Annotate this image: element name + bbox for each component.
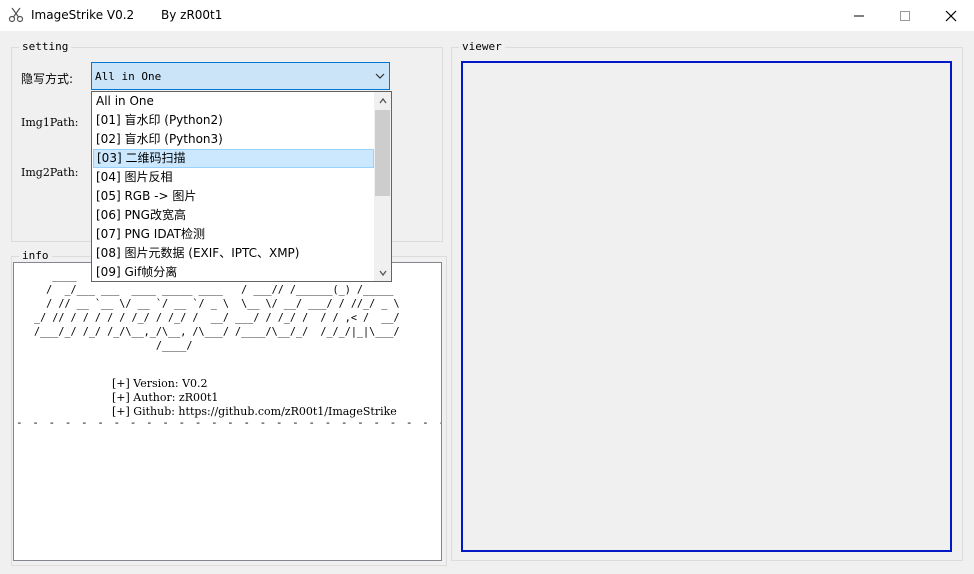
- chevron-up-icon: [378, 97, 387, 103]
- close-button[interactable]: [928, 0, 974, 31]
- maximize-icon: [900, 10, 910, 21]
- dropdown-item[interactable]: All in One: [93, 92, 374, 111]
- info-legend: info: [19, 249, 52, 262]
- method-dropdown-list[interactable]: All in One [01] 盲水印 (Python2) [02] 盲水印 (…: [91, 91, 392, 282]
- close-icon: [945, 10, 957, 21]
- setting-legend: setting: [19, 40, 72, 53]
- minimize-button[interactable]: [836, 0, 882, 31]
- dropdown-scrollbar[interactable]: [374, 92, 391, 281]
- title-bar[interactable]: ImageStrike V0.2 By zR00t1: [0, 0, 974, 31]
- window-author: By zR00t1: [161, 8, 223, 22]
- img1-path-label: Img1Path:: [21, 116, 79, 129]
- viewer-legend: viewer: [459, 40, 505, 53]
- separator-line: - - - - - - - - - - - - - - - - - - - - …: [16, 416, 441, 429]
- method-label: 隐写方式:: [21, 72, 74, 86]
- minimize-icon: [854, 15, 864, 16]
- dropdown-item[interactable]: [08] 图片元数据 (EXIF、IPTC、XMP): [93, 244, 374, 263]
- scroll-up-button[interactable]: [374, 92, 391, 109]
- method-combobox-value: All in One: [95, 70, 162, 83]
- scroll-down-button[interactable]: [374, 264, 391, 281]
- dropdown-item[interactable]: [02] 盲水印 (Python3): [93, 130, 374, 149]
- dropdown-item[interactable]: [04] 图片反相: [93, 168, 374, 187]
- dropdown-item[interactable]: [09] Gif帧分离: [93, 263, 374, 281]
- method-combobox[interactable]: All in One: [91, 62, 390, 90]
- dropdown-item[interactable]: [05] RGB -> 图片: [93, 187, 374, 206]
- img2-path-label: Img2Path:: [21, 166, 79, 179]
- window-title: ImageStrike V0.2: [31, 8, 135, 22]
- author-line: [+] Author: zR00t1: [112, 391, 219, 404]
- dropdown-item[interactable]: [01] 盲水印 (Python2): [93, 111, 374, 130]
- chevron-down-icon: [378, 270, 387, 276]
- scrollbar-thumb[interactable]: [375, 110, 390, 196]
- dropdown-item-selected[interactable]: [03] 二维码扫描: [93, 149, 374, 168]
- scissors-icon: [8, 7, 24, 23]
- version-line: [+] Version: V0.2: [112, 377, 208, 390]
- maximize-button[interactable]: [882, 0, 928, 31]
- image-viewer[interactable]: [461, 61, 952, 552]
- info-text-area[interactable]: ____ _____ __ _ __ / _/___ ___ ____ ____…: [13, 262, 442, 561]
- dropdown-item[interactable]: [06] PNG改宽高: [93, 206, 374, 225]
- dropdown-item[interactable]: [07] PNG IDAT检测: [93, 225, 374, 244]
- chevron-down-icon: [375, 73, 385, 79]
